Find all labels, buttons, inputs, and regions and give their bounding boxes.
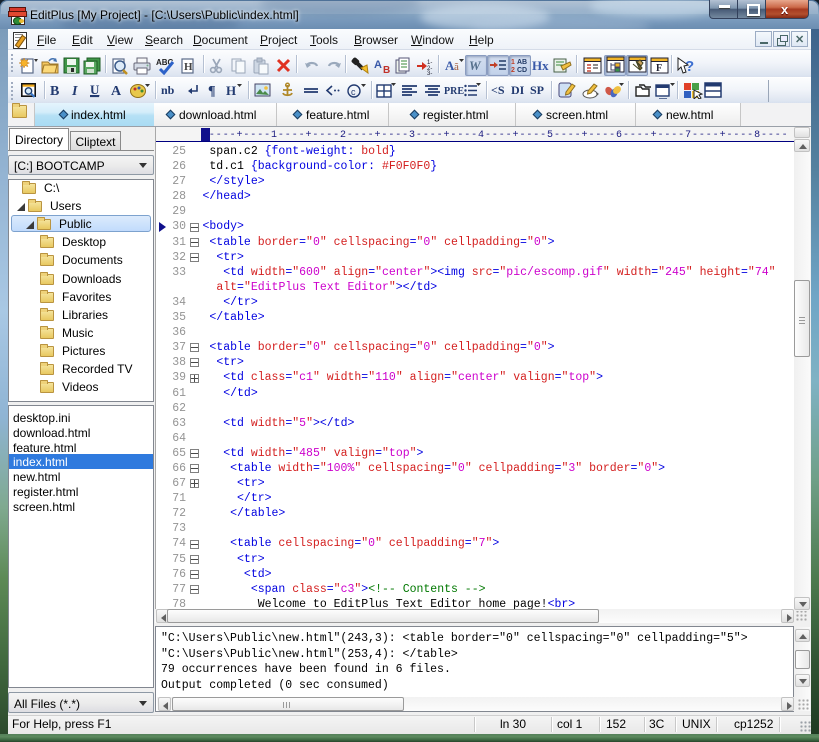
svg-text:2: 2 — [511, 67, 515, 73]
svg-text:?: ? — [685, 58, 694, 75]
svg-text:DI: DI — [511, 83, 525, 97]
svg-text:A: A — [111, 84, 122, 98]
svg-text:W: W — [469, 58, 482, 73]
svg-text:¶: ¶ — [208, 84, 216, 98]
svg-text:AB: AB — [517, 59, 527, 66]
svg-text:A: A — [374, 59, 382, 71]
svg-text:I: I — [71, 84, 78, 98]
svg-text:3-: 3- — [427, 71, 432, 75]
svg-text:U: U — [90, 82, 100, 97]
svg-text:H: H — [184, 61, 193, 73]
svg-text:H: H — [226, 83, 236, 98]
svg-text:1: 1 — [511, 59, 515, 66]
svg-text:B: B — [50, 84, 59, 98]
svg-text:nb: nb — [161, 83, 175, 97]
svg-text:c: c — [351, 87, 356, 97]
svg-text:SP: SP — [530, 83, 544, 97]
svg-text:CD: CD — [517, 67, 527, 73]
svg-text:PRE: PRE — [444, 86, 464, 97]
svg-text:F: F — [656, 63, 662, 74]
svg-text:Hx: Hx — [532, 58, 549, 73]
svg-text:ã: ã — [454, 61, 459, 73]
svg-text:B: B — [383, 65, 390, 75]
svg-text:<S: <S — [491, 83, 505, 97]
